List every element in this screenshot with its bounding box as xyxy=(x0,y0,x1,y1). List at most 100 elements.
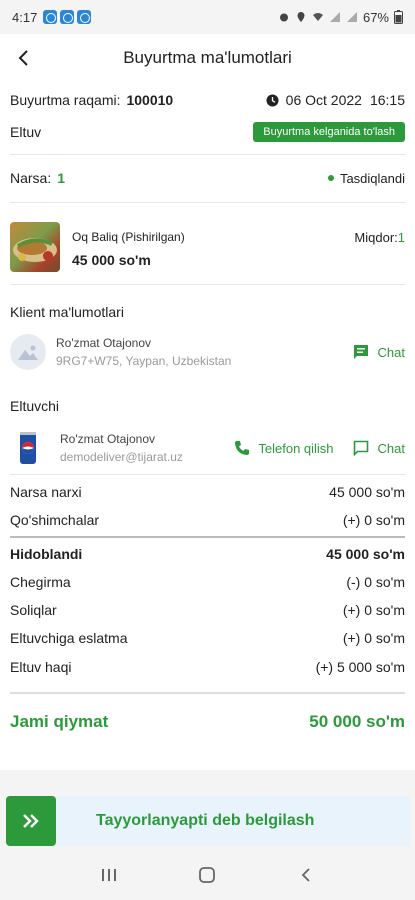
addons-value: (+) 0 so'm xyxy=(342,512,405,528)
summary-item-price: Narsa narxi 45 000 so'm xyxy=(10,484,405,500)
location-icon xyxy=(297,12,305,22)
client-name: Ro'zmat Otajonov xyxy=(56,336,151,350)
battery-icon xyxy=(394,10,403,24)
client-section-label: Klient ma'lumotlari xyxy=(10,304,124,320)
order-time: 16:15 xyxy=(369,92,405,108)
client-avatar xyxy=(10,334,46,370)
delivery-row: Eltuv Buyurtma kelganida to'lash xyxy=(10,122,405,142)
cta-label: Tayyorlanyapti deb belgilash xyxy=(96,812,315,829)
divider xyxy=(10,692,405,694)
summary-addons: Qo'shimchalar (+) 0 so'm xyxy=(10,512,405,528)
courier-section-label: Eltuvchi xyxy=(10,398,60,414)
home-icon xyxy=(199,867,216,883)
app-notification-icon xyxy=(77,10,92,24)
subtotal-value: 45 000 so'm xyxy=(326,546,405,562)
summary-tip: Eltuvchiga eslatma (+) 0 so'm xyxy=(10,630,405,646)
items-row: Narsa: 1 Tasdiqlandi xyxy=(10,170,405,186)
order-details: Buyurtma raqami: 100010 06 Oct 2022 16:1… xyxy=(0,82,415,770)
double-chevron-right-icon xyxy=(23,814,39,828)
status-right: 67% xyxy=(278,10,403,25)
product-price: 45 000 so'm xyxy=(72,252,151,268)
chat-outline-icon xyxy=(353,440,368,457)
pepsi-can-icon xyxy=(20,432,36,464)
status-time: 4:17 xyxy=(12,9,38,25)
client-address: 9RG7+W75, Yaypan, Uzbekistan xyxy=(56,354,232,368)
signal-icon xyxy=(346,12,357,22)
product-info: Oq Baliq (Pishirilgan) 45 000 so'm xyxy=(72,222,185,268)
recent-apps-icon xyxy=(102,869,117,881)
divider xyxy=(10,474,405,475)
order-status: Tasdiqlandi xyxy=(327,170,405,186)
order-datetime: 06 Oct 2022 16:15 xyxy=(266,92,405,108)
discount-value: (-) 0 so'm xyxy=(346,574,405,590)
courier-name: Ro'zmat Otajonov xyxy=(60,432,155,446)
signal-icon xyxy=(329,12,340,22)
total-label: Jami qiymat xyxy=(10,712,109,731)
home-button[interactable] xyxy=(187,855,227,895)
quantity-value: 1 xyxy=(397,230,405,245)
wifi-icon xyxy=(312,13,323,21)
status-dot-icon xyxy=(327,175,334,181)
divider xyxy=(10,202,405,203)
courier-chat-button[interactable]: Chat xyxy=(352,439,405,457)
item-price-label: Narsa narxi xyxy=(10,484,82,500)
courier-avatar xyxy=(16,428,40,468)
addons-label: Qo'shimchalar xyxy=(10,512,100,528)
order-number: 100010 xyxy=(126,92,174,108)
delivery-type: Eltuv xyxy=(10,124,42,140)
subtotal-label: Hidoblandi xyxy=(10,546,83,562)
cta-icon-button[interactable] xyxy=(6,796,56,846)
tax-value: (+) 0 so'm xyxy=(342,602,405,618)
courier-row: Ro'zmat Otajonov demodeliver@tijarat.uz … xyxy=(10,428,405,468)
alarm-icon xyxy=(279,13,288,22)
image-placeholder-icon xyxy=(18,345,38,360)
client-chat-button[interactable]: Chat xyxy=(352,343,405,361)
summary-divider xyxy=(10,536,405,538)
total-value: 50 000 so'm xyxy=(309,712,405,731)
courier-section-title: Eltuvchi xyxy=(10,398,405,414)
status-bar: 4:17 67% xyxy=(0,0,415,34)
delivery-fee-value: (+) 5 000 so'm xyxy=(315,659,405,675)
page-title: Buyurtma ma'lumotlari xyxy=(123,48,292,67)
tax-label: Soliqlar xyxy=(10,602,57,618)
client-section-title: Klient ma'lumotlari xyxy=(10,304,405,320)
order-date: 06 Oct 2022 xyxy=(285,92,362,108)
order-status-text: Tasdiqlandi xyxy=(339,170,405,186)
battery-level: 67% xyxy=(362,9,389,25)
courier-call-button[interactable]: Telefon qilish xyxy=(234,440,334,456)
mark-preparing-button[interactable]: Tayyorlanyapti deb belgilash xyxy=(6,796,410,846)
chevron-left-icon xyxy=(301,868,310,882)
courier-chat-label: Chat xyxy=(377,440,405,456)
product-image xyxy=(10,222,60,272)
arrow-left-icon xyxy=(18,50,28,66)
order-number-label: Buyurtma raqami: xyxy=(10,92,121,108)
discount-label: Chegirma xyxy=(10,574,71,590)
system-back-button[interactable] xyxy=(286,855,326,895)
back-button[interactable] xyxy=(10,44,38,72)
delivery-fee-label: Eltuv haqi xyxy=(10,659,72,675)
tip-value: (+) 0 so'm xyxy=(342,630,405,646)
tip-label: Eltuvchiga eslatma xyxy=(10,630,128,646)
recent-apps-button[interactable] xyxy=(89,855,129,895)
app-header: Buyurtma ma'lumotlari xyxy=(0,34,415,82)
courier-email: demodeliver@tijarat.uz xyxy=(60,450,183,464)
courier-info: Ro'zmat Otajonov demodeliver@tijarat.uz xyxy=(60,432,183,464)
items-label: Narsa: xyxy=(10,170,52,186)
product-row[interactable]: Oq Baliq (Pishirilgan) 45 000 so'm Miqdo… xyxy=(10,222,405,272)
notification-icons xyxy=(43,10,92,24)
summary-tax: Soliqlar (+) 0 so'm xyxy=(10,602,405,618)
app-notification-icon xyxy=(60,10,75,24)
phone-icon xyxy=(235,441,250,455)
item-price-value: 45 000 so'm xyxy=(329,484,405,500)
summary-total: Jami qiymat 50 000 so'm xyxy=(10,712,405,732)
product-name: Oq Baliq (Pishirilgan) xyxy=(72,230,185,244)
bottom-action-bar: Tayyorlanyapti deb belgilash xyxy=(0,770,415,850)
items-count: 1 xyxy=(57,170,66,186)
client-row: Ro'zmat Otajonov 9RG7+W75, Yaypan, Uzbek… xyxy=(10,334,405,370)
client-info: Ro'zmat Otajonov 9RG7+W75, Yaypan, Uzbek… xyxy=(56,336,231,368)
summary-discount: Chegirma (-) 0 so'm xyxy=(10,574,405,590)
divider xyxy=(10,284,405,285)
client-chat-label: Chat xyxy=(377,344,405,360)
order-number-row: Buyurtma raqami: 100010 06 Oct 2022 16:1… xyxy=(10,92,405,108)
system-nav-bar xyxy=(0,850,415,900)
